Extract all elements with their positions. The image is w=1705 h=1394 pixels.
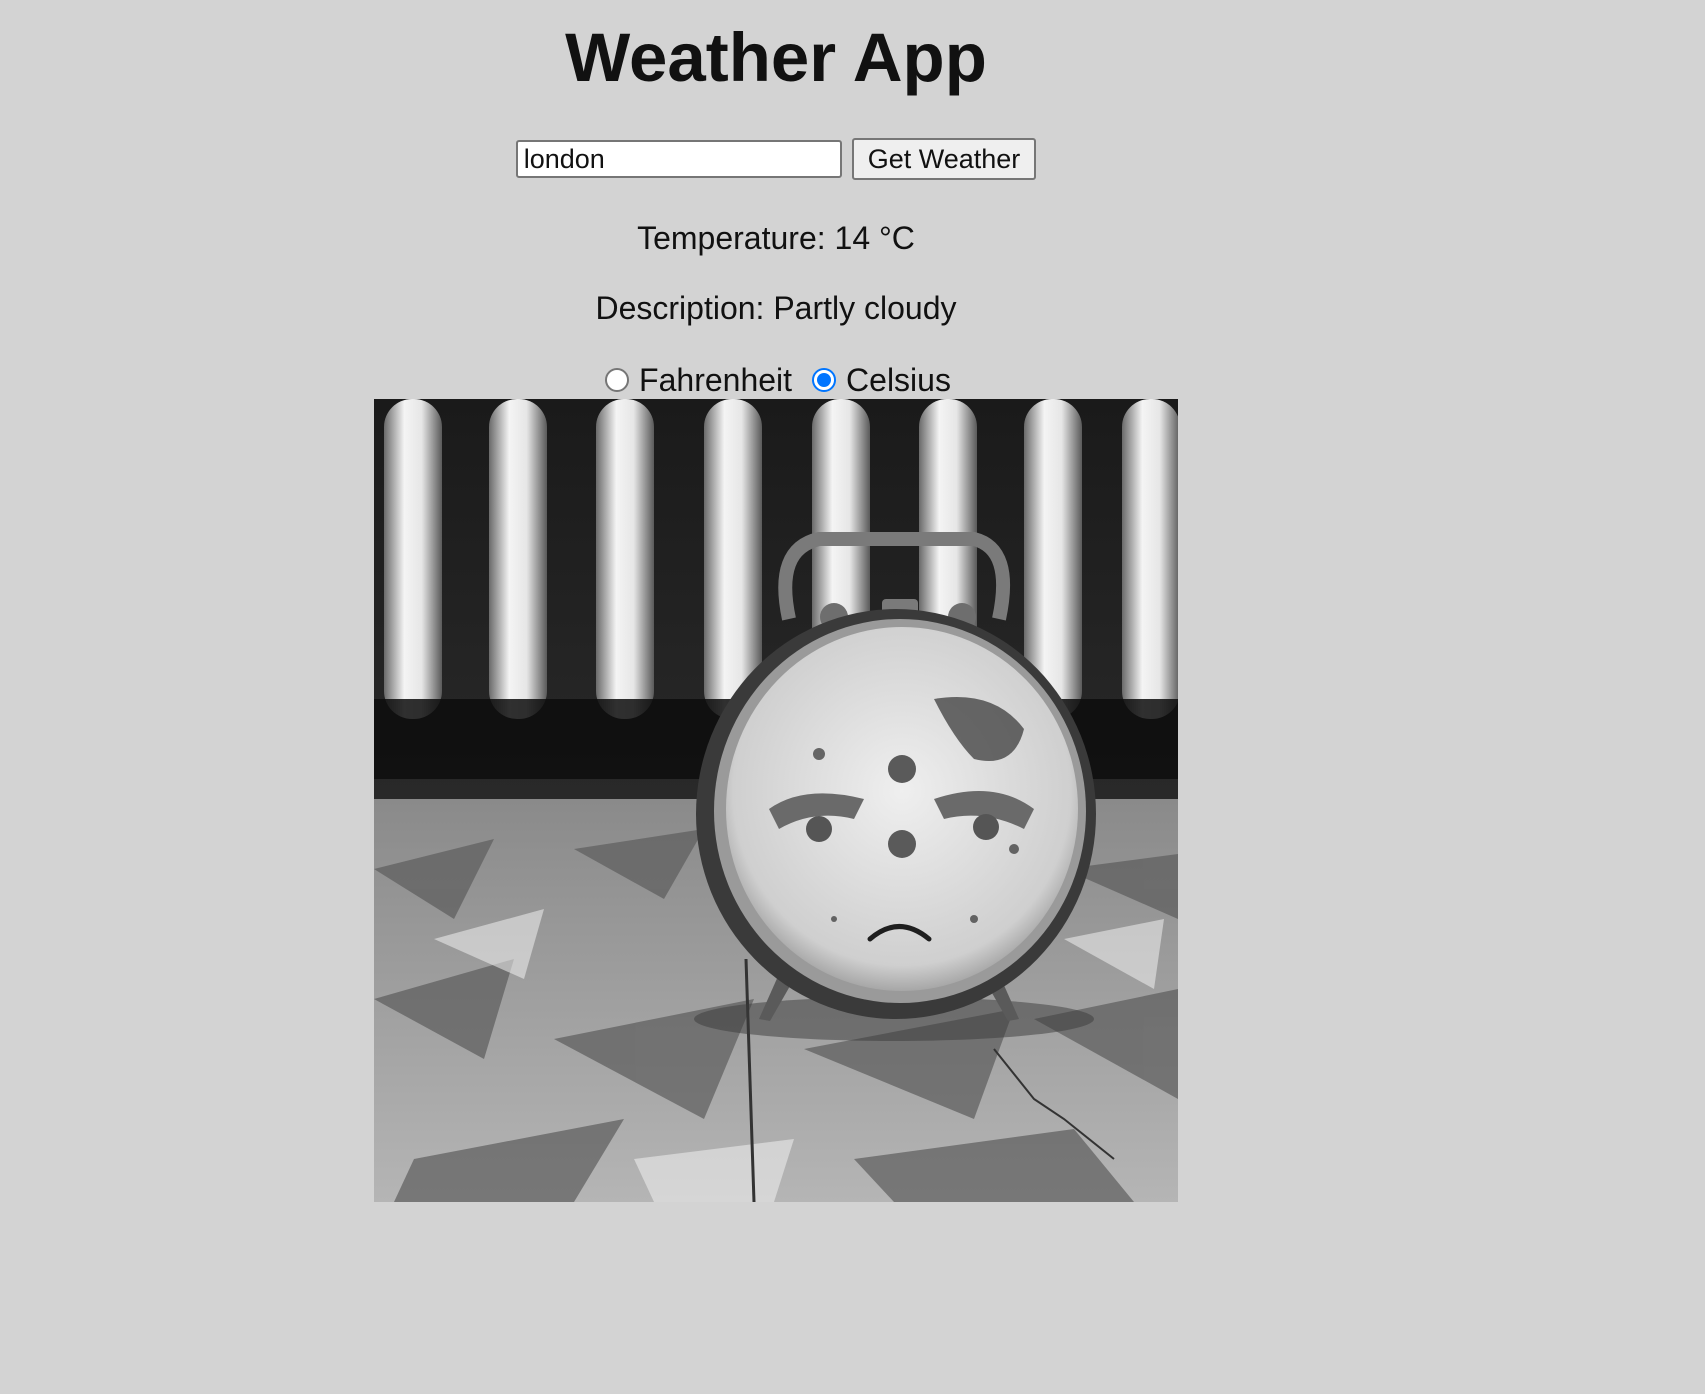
get-weather-button[interactable]: Get Weather xyxy=(851,138,1037,180)
unit-selector: Fahrenheit Celsius xyxy=(0,360,1552,400)
temperature-text: Temperature: 14 °C xyxy=(637,220,915,256)
fahrenheit-radio[interactable] xyxy=(605,368,630,392)
city-input[interactable] xyxy=(515,140,842,178)
description-text: Description: Partly cloudy xyxy=(595,290,957,326)
celsius-radio[interactable] xyxy=(812,368,837,392)
weather-image xyxy=(374,399,1178,1202)
weather-app-page: Weather App Get Weather Temperature: 14 … xyxy=(0,0,1705,1394)
fahrenheit-label[interactable]: Fahrenheit xyxy=(639,360,792,400)
sad-alarm-clock-illustration xyxy=(374,399,1178,1202)
page-title: Weather App xyxy=(565,19,987,96)
celsius-label[interactable]: Celsius xyxy=(846,360,951,400)
search-row: Get Weather xyxy=(0,138,1552,180)
